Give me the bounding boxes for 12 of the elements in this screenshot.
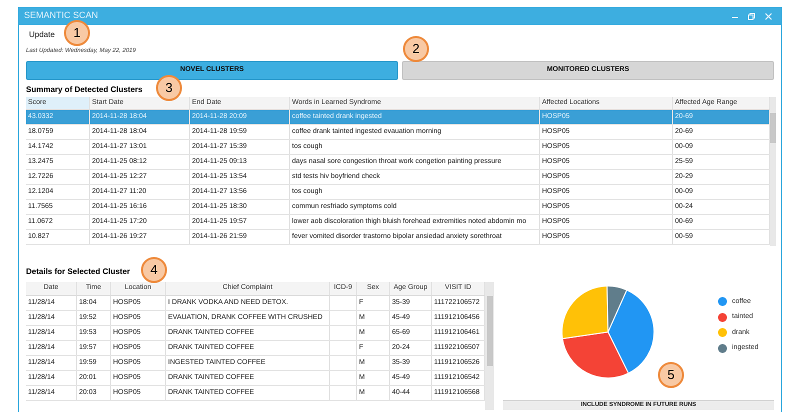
callout-marker: 2 — [403, 36, 429, 62]
callout-marker: 4 — [141, 257, 167, 283]
restore-icon[interactable] — [748, 12, 755, 20]
section-heading: Summary of Detected Clusters — [26, 84, 142, 96]
section-heading: Details for Selected Cluster — [26, 266, 130, 278]
callout-marker: 5 — [658, 362, 684, 388]
menu-item[interactable]: Update — [29, 29, 55, 41]
scrollbar[interactable] — [770, 97, 776, 246]
close-icon[interactable] — [765, 12, 772, 20]
callout-marker: 1 — [64, 20, 90, 46]
scrollbar[interactable] — [485, 282, 494, 410]
window-title: SEMANTIC SCAN — [24, 9, 98, 22]
